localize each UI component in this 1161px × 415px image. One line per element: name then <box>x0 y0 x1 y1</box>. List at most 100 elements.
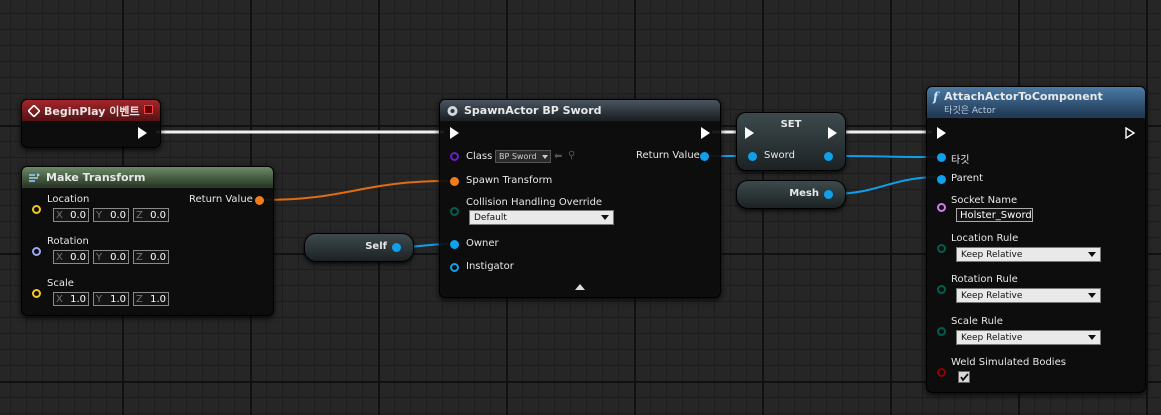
spawnactor-header[interactable]: SpawnActor BP Sword <box>440 100 720 121</box>
spawn-return-label: Return Value <box>636 150 700 161</box>
instigator-pin[interactable] <box>450 263 459 272</box>
spawn-icon <box>447 106 458 116</box>
attach-header[interactable]: f AttachActorToComponent 타깃은 Actor <box>927 87 1145 118</box>
rotation-x-field[interactable]: X 0.0 <box>53 250 89 264</box>
location-y-field[interactable]: Y 0.0 <box>93 208 129 222</box>
rotation-rule-label: Rotation Rule <box>951 274 1018 285</box>
chevron-down-icon <box>1088 293 1096 298</box>
scale-rule-value: Keep Relative <box>961 332 1023 343</box>
make-transform-return-label: Return Value <box>189 194 253 205</box>
attach-title: AttachActorToComponent <box>944 90 1103 103</box>
attach-exec-out-pin[interactable] <box>1125 127 1136 139</box>
browse-search-icon[interactable]: ⚲ <box>568 150 575 161</box>
collision-handling-dropdown[interactable]: Default <box>469 210 614 225</box>
spawn-transform-pin[interactable] <box>450 177 459 186</box>
socket-name-field[interactable]: Holster_Sword <box>956 208 1033 222</box>
class-picker[interactable]: BP Sword <box>495 150 551 163</box>
spawn-exec-in-pin[interactable] <box>450 127 459 139</box>
instigator-label: Instigator <box>466 261 514 272</box>
use-selected-arrow-icon[interactable]: ⬅ <box>554 151 562 162</box>
location-rule-value: Keep Relative <box>961 249 1023 260</box>
spawn-return-pin[interactable] <box>700 152 709 161</box>
set-value-out-pin[interactable] <box>824 152 833 161</box>
class-value: BP Sword <box>499 152 537 161</box>
class-pin[interactable] <box>450 152 459 161</box>
target-pin[interactable] <box>937 153 946 162</box>
transform-wire <box>261 180 449 201</box>
make-transform-node[interactable]: Make Transform Location X 0.0 Y 0.0 Z 0.0 R… <box>21 166 274 316</box>
parent-label: Parent <box>951 173 984 184</box>
rotation-rule-pin[interactable] <box>937 285 946 294</box>
set-value-in-pin[interactable] <box>748 152 757 161</box>
set-exec-out-pin[interactable] <box>828 127 837 139</box>
mesh-label: Mesh <box>789 188 819 199</box>
location-rule-pin[interactable] <box>937 244 946 253</box>
make-transform-return-pin[interactable] <box>255 196 264 205</box>
weld-pin[interactable] <box>937 368 946 377</box>
collision-handling-label: Collision Handling Override <box>466 197 603 208</box>
rotation-z-field[interactable]: Z 0.0 <box>133 250 169 264</box>
owner-label: Owner <box>466 238 499 249</box>
spawnactor-node[interactable]: SpawnActor BP Sword Class BP Sword ⬅ ⚲ S… <box>439 99 721 298</box>
beginplay-node[interactable]: BeginPlay 이벤트 <box>21 99 161 148</box>
chevron-down-icon <box>1088 252 1096 257</box>
scale-label: Scale <box>47 278 74 289</box>
parent-pin[interactable] <box>937 175 946 184</box>
delegate-pin-icon[interactable] <box>144 105 153 114</box>
sword-target-wire <box>830 155 941 158</box>
mesh-node[interactable]: Mesh <box>736 180 846 209</box>
target-label: 타깃 <box>951 155 970 166</box>
chevron-down-icon <box>542 155 548 159</box>
socket-name-value: Holster_Sword <box>960 209 1032 221</box>
function-f-icon: f <box>933 90 939 104</box>
location-label: Location <box>47 194 90 205</box>
location-rule-dropdown[interactable]: Keep Relative <box>956 247 1101 262</box>
scale-rule-pin[interactable] <box>937 327 946 336</box>
scale-x-field[interactable]: X 1.0 <box>53 292 89 306</box>
attach-exec-in-pin[interactable] <box>937 127 946 139</box>
set-node[interactable]: SET Sword <box>736 112 846 171</box>
weld-label: Weld Simulated Bodies <box>951 357 1066 368</box>
set-exec-in-pin[interactable] <box>745 127 754 139</box>
attach-actor-node[interactable]: f AttachActorToComponent 타깃은 Actor 타깃 Pa… <box>926 86 1146 393</box>
location-z-field[interactable]: Z 0.0 <box>133 208 169 222</box>
rotation-rule-value: Keep Relative <box>961 290 1023 301</box>
beginplay-title: BeginPlay 이벤트 <box>44 104 140 118</box>
scale-pin[interactable] <box>32 289 41 298</box>
beginplay-exec-out-pin[interactable] <box>138 127 147 139</box>
chevron-down-icon <box>601 215 609 220</box>
scale-rule-dropdown[interactable]: Keep Relative <box>956 330 1101 345</box>
socket-name-pin[interactable] <box>937 203 946 212</box>
socket-name-label: Socket Name <box>951 195 1018 206</box>
self-out-pin[interactable] <box>392 243 401 252</box>
spawn-exec-out-pin[interactable] <box>701 127 710 139</box>
self-node[interactable]: Self <box>304 233 414 262</box>
attach-subtitle: 타깃은 Actor <box>944 106 996 116</box>
function-icon <box>29 172 40 182</box>
rotation-rule-dropdown[interactable]: Keep Relative <box>956 288 1101 303</box>
location-pin[interactable] <box>32 205 41 214</box>
set-var-label: Sword <box>764 150 795 161</box>
collision-handling-pin[interactable] <box>450 207 459 216</box>
spawnactor-title: SpawnActor BP Sword <box>464 104 602 117</box>
rotation-label: Rotation <box>47 236 89 247</box>
rotation-y-field[interactable]: Y 0.0 <box>93 250 129 264</box>
mesh-parent-wire <box>830 176 941 195</box>
weld-checkbox[interactable] <box>958 371 970 383</box>
collision-handling-value: Default <box>474 212 507 223</box>
owner-pin[interactable] <box>450 240 459 249</box>
checkmark-icon <box>960 373 969 382</box>
scale-z-field[interactable]: Z 1.0 <box>133 292 169 306</box>
make-transform-title: Make Transform <box>46 171 146 184</box>
scale-rule-label: Scale Rule <box>951 316 1003 327</box>
mesh-out-pin[interactable] <box>824 190 833 199</box>
chevron-down-icon <box>1088 335 1096 340</box>
event-diamond-icon <box>28 104 40 117</box>
class-label: Class <box>466 151 493 162</box>
rotation-pin[interactable] <box>32 247 41 256</box>
collapse-advanced-arrow-icon[interactable] <box>575 284 585 290</box>
scale-y-field[interactable]: Y 1.0 <box>93 292 129 306</box>
make-transform-header[interactable]: Make Transform <box>22 167 273 188</box>
beginplay-header[interactable]: BeginPlay 이벤트 <box>22 100 160 121</box>
location-x-field[interactable]: X 0.0 <box>53 208 89 222</box>
